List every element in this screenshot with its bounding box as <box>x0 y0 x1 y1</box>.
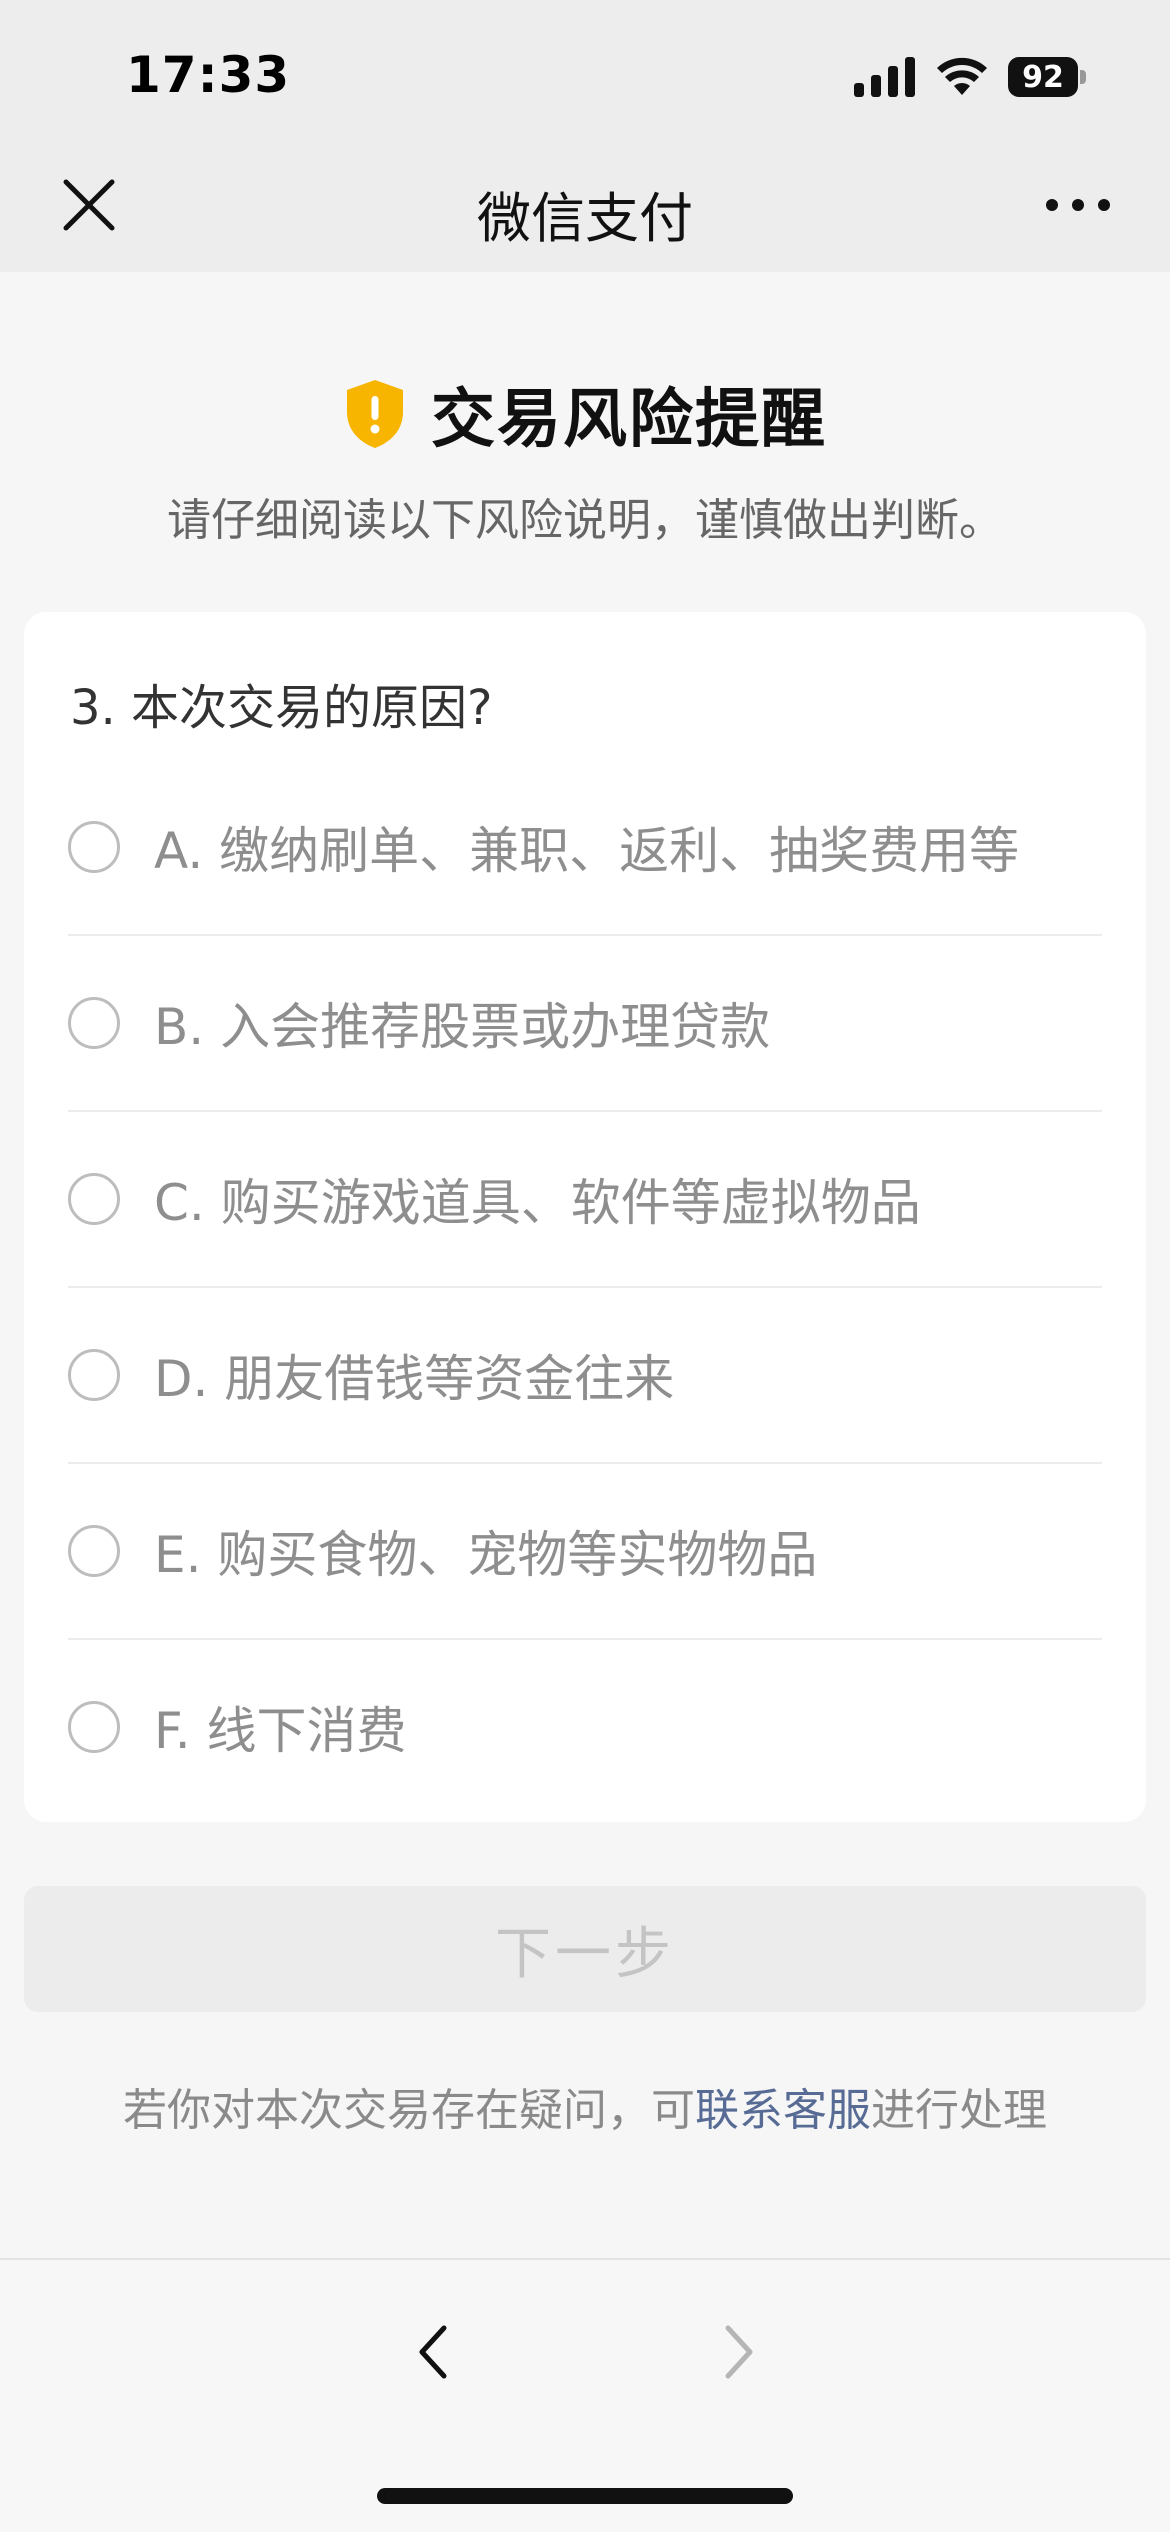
more-icon[interactable] <box>1046 190 1110 220</box>
question-card: 3. 本次交易的原因? A. 缴纳刷单、兼职、返利、抽奖费用等 B. 入会推荐股… <box>24 612 1146 1822</box>
option-a[interactable]: A. 缴纳刷单、兼职、返利、抽奖费用等 <box>68 760 1102 936</box>
page-subtitle: 请仔细阅读以下风险说明，谨慎做出判断。 <box>167 495 1003 546</box>
shield-warning-icon <box>347 380 403 448</box>
battery-level: 92 <box>1008 57 1078 97</box>
chevron-right-icon[interactable] <box>716 2322 762 2382</box>
chevron-left-icon[interactable] <box>410 2322 456 2382</box>
more-dot <box>1072 199 1084 211</box>
option-e[interactable]: E. 购买食物、宠物等实物物品 <box>68 1464 1102 1640</box>
radio-button[interactable] <box>68 1173 120 1225</box>
page: 17:33 92 微信支付 交易风险提醒 请仔细阅读以下风险说明，谨慎做出判断。… <box>0 0 1170 2532</box>
home-indicator <box>377 2488 793 2504</box>
next-step-button[interactable]: 下一步 <box>24 1886 1146 2012</box>
help-suffix: 进行处理 <box>871 2085 1047 2136</box>
option-label: F. 线下消费 <box>154 1702 407 1760</box>
battery-icon: 92 <box>1008 57 1086 97</box>
help-prefix: 若你对本次交易存在疑问，可 <box>123 2085 695 2136</box>
radio-button[interactable] <box>68 1525 120 1577</box>
option-c[interactable]: C. 购买游戏道具、软件等虚拟物品 <box>68 1112 1102 1288</box>
option-label: D. 朋友借钱等资金往来 <box>154 1350 675 1408</box>
signal-icon <box>854 57 915 97</box>
contact-support-link[interactable]: 联系客服 <box>695 2085 871 2136</box>
radio-button[interactable] <box>68 1701 120 1753</box>
question-text: 3. 本次交易的原因? <box>70 680 493 736</box>
wifi-icon <box>937 57 987 95</box>
radio-button[interactable] <box>68 997 120 1049</box>
option-d[interactable]: D. 朋友借钱等资金往来 <box>68 1288 1102 1464</box>
radio-button[interactable] <box>68 821 120 873</box>
status-icons: 92 <box>854 52 1086 102</box>
nav-title: 微信支付 <box>477 187 693 250</box>
option-label: E. 购买食物、宠物等实物物品 <box>154 1526 818 1584</box>
status-time: 17:33 <box>126 46 291 104</box>
header-area: 17:33 92 微信支付 <box>0 0 1170 272</box>
help-text: 若你对本次交易存在疑问，可联系客服进行处理 <box>0 2074 1170 2138</box>
more-dot <box>1046 199 1058 211</box>
risk-heading: 交易风险提醒 <box>0 368 1170 460</box>
option-label: B. 入会推荐股票或办理贷款 <box>154 998 771 1056</box>
bottom-toolbar <box>0 2258 1170 2532</box>
option-label: A. 缴纳刷单、兼职、返利、抽奖费用等 <box>154 822 1020 880</box>
battery-cap <box>1080 70 1086 84</box>
option-list: A. 缴纳刷单、兼职、返利、抽奖费用等 B. 入会推荐股票或办理贷款 C. 购买… <box>68 760 1102 1814</box>
radio-button[interactable] <box>68 1349 120 1401</box>
option-b[interactable]: B. 入会推荐股票或办理贷款 <box>68 936 1102 1112</box>
more-dot <box>1098 199 1110 211</box>
page-title: 交易风险提醒 <box>431 383 827 457</box>
option-label: C. 购买游戏道具、软件等虚拟物品 <box>154 1174 921 1232</box>
option-f[interactable]: F. 线下消费 <box>68 1640 1102 1814</box>
